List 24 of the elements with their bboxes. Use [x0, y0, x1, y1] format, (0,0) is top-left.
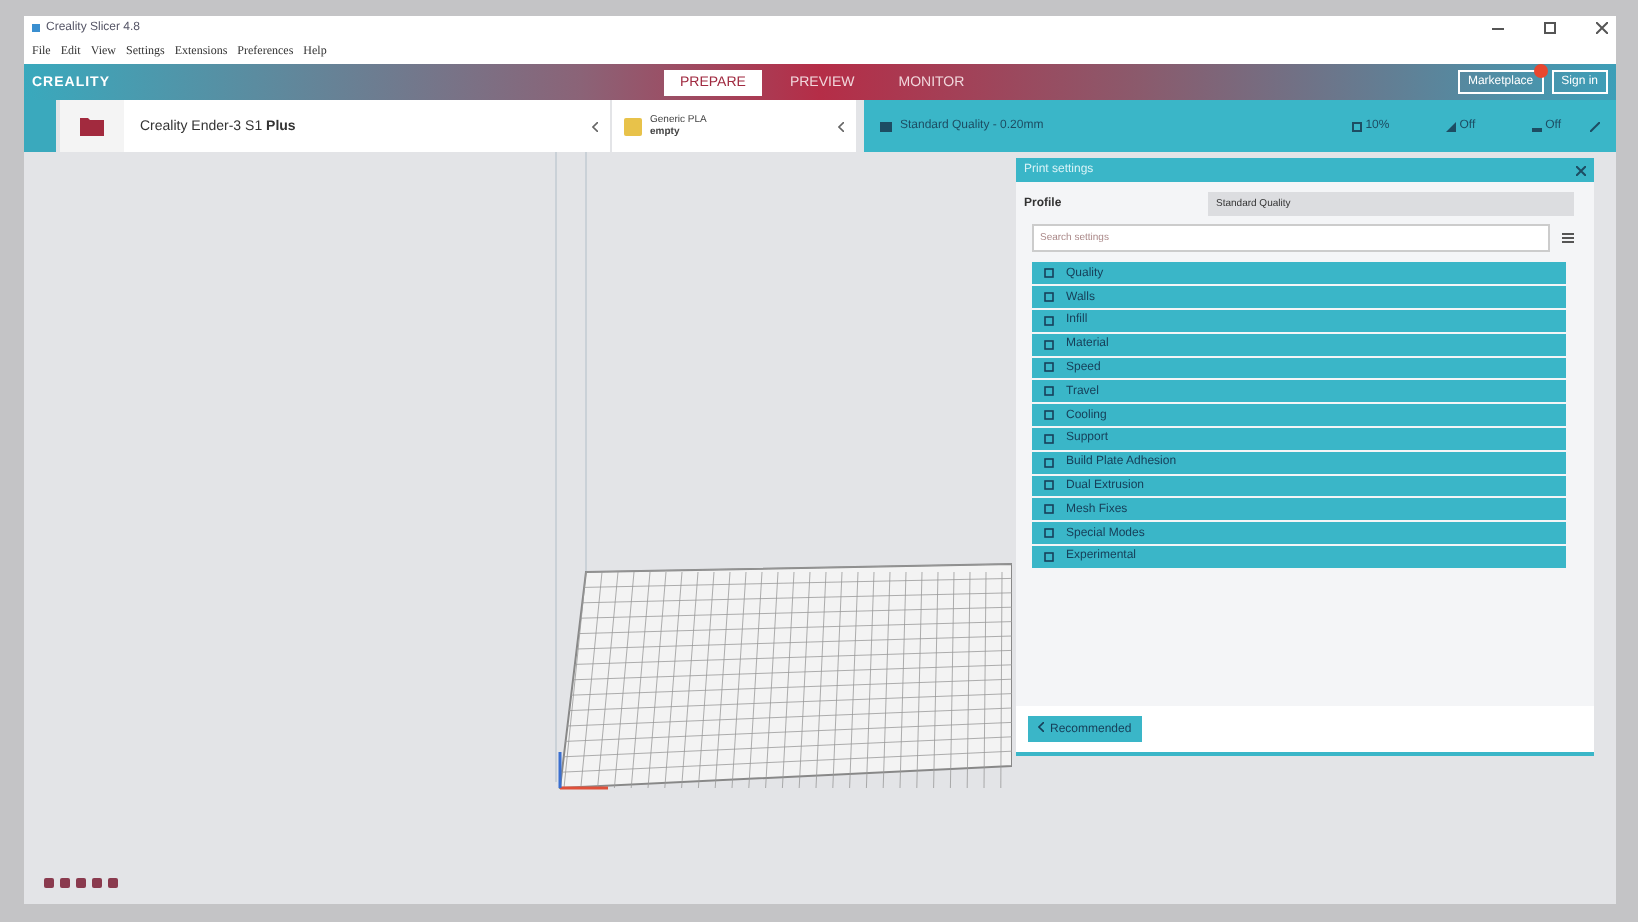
category-icon	[1044, 480, 1054, 491]
category-icon	[1044, 339, 1054, 350]
maximize-icon	[1544, 22, 1556, 34]
menu-icon	[1562, 232, 1574, 245]
category-icon	[1044, 528, 1054, 539]
category-icon	[1044, 362, 1054, 373]
category-icon	[1044, 457, 1054, 468]
category-icon	[1044, 433, 1054, 444]
category-icon	[1044, 410, 1054, 421]
close-icon	[1596, 22, 1608, 34]
category-icon	[1044, 268, 1054, 279]
chevron-icon[interactable]	[592, 121, 598, 131]
pencil-icon	[1590, 121, 1600, 131]
minimize-icon	[1492, 22, 1504, 34]
chevron-icon	[1038, 722, 1044, 733]
chevron-icon[interactable]	[838, 121, 844, 131]
category-icon	[1044, 504, 1054, 515]
folder-icon	[80, 116, 104, 136]
category-icon	[1044, 315, 1054, 326]
category-icon	[1044, 292, 1054, 303]
close-icon	[1576, 165, 1586, 176]
app-icon	[32, 24, 40, 32]
category-icon	[1044, 386, 1054, 397]
category-icon	[1044, 551, 1054, 562]
